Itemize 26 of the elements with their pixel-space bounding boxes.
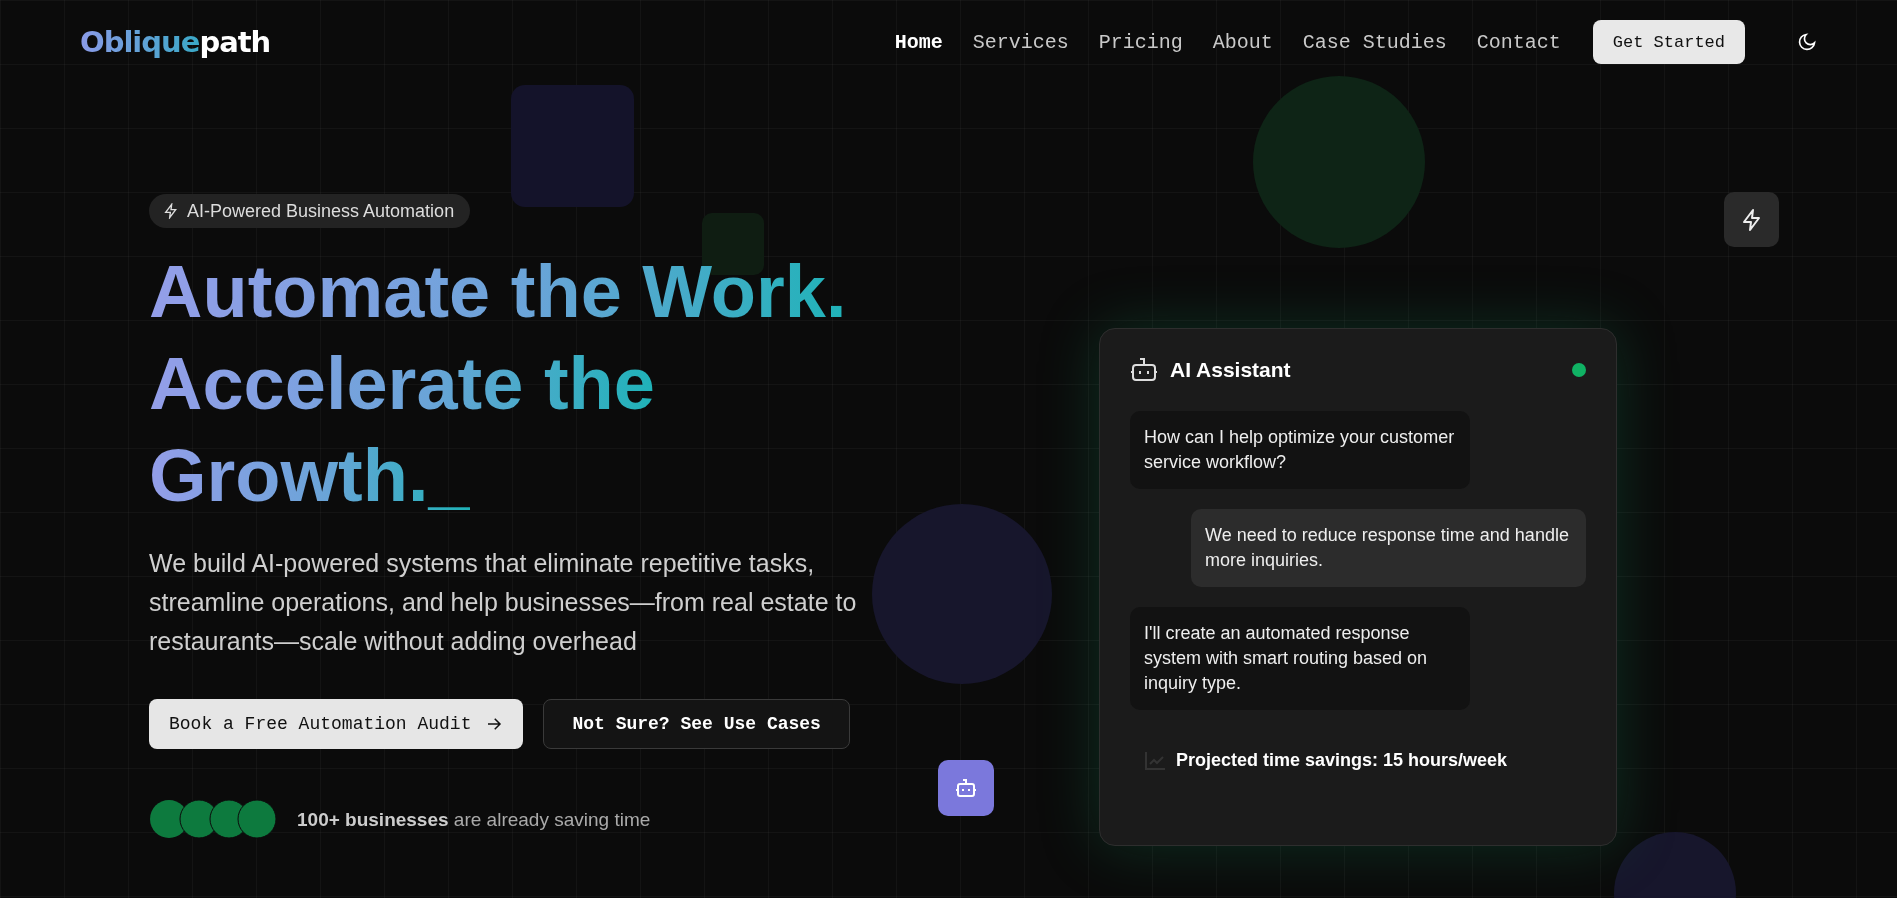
card-title: AI Assistant [1170, 358, 1291, 382]
moon-icon[interactable] [1797, 32, 1817, 52]
get-started-button[interactable]: Get Started [1592, 20, 1745, 64]
hero-description: We build AI-powered systems that eliminate repetitive tasks, streamline operations, and help businesses—from real estate to restaurants—scale without adding overhead [149, 548, 858, 657]
audit-button[interactable]: Book a Free Automation Audit [149, 699, 524, 749]
arrow-right-icon [485, 715, 504, 733]
robot-icon [954, 776, 978, 800]
assistant-message: How can I help optimize your customer service workflow? [1130, 411, 1470, 489]
nav-link[interactable]: Home [894, 30, 943, 54]
nav-link[interactable]: Pricing [1098, 30, 1183, 54]
nav-link[interactable]: Case Studies [1302, 30, 1447, 54]
robot-icon [1130, 357, 1158, 383]
user-message: We need to reduce response time and handle more inquiries. [1191, 509, 1586, 587]
use-cases-button[interactable]: Not Sure? See Use Cases [543, 699, 850, 749]
lightning-button[interactable] [1724, 192, 1779, 247]
lightning-icon [163, 203, 179, 219]
social-proof-text: 100+ businesses are already saving time [297, 807, 651, 832]
assistant-message: I'll create an automated response system with smart routing based on inquiry type. [1130, 607, 1470, 710]
nav-link[interactable]: Services [972, 30, 1069, 54]
nav-link[interactable]: Contact [1476, 30, 1561, 54]
headline: Automate the Work. Accelerate the Growth._ [149, 246, 1029, 522]
time-savings-text: Projected time savings: 15 hours/week [1176, 750, 1508, 771]
chart-icon [1144, 750, 1166, 771]
chatbot-button[interactable] [938, 760, 994, 816]
nav-link[interactable]: About [1212, 30, 1273, 54]
badge-label: AI-Powered Business Automation [187, 200, 455, 222]
